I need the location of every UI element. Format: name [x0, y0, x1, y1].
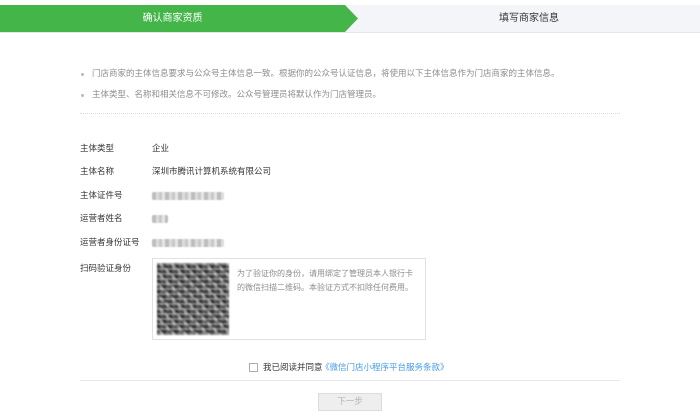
notice-text: 门店商家的主体信息要求与公众号主体信息一致。根据你的公众号认证信息，将使用以下主… — [92, 69, 560, 79]
header-divider — [0, 32, 700, 33]
redacted-value — [152, 192, 224, 200]
qr-verify-instructions: 为了验证你的身份，请用绑定了管理员本人银行卡的微信扫描二维码。本验证方式不扣除任… — [237, 269, 413, 292]
step-fill-merchant-info: 填写商家信息 — [499, 13, 559, 24]
step-progress-bar: 确认商家资质 填写商家信息 — [0, 5, 700, 32]
field-label: 主体证件号 — [80, 191, 123, 201]
footer-divider — [80, 380, 620, 381]
field-label: 扫码验证身份 — [80, 264, 132, 274]
redacted-value — [152, 215, 168, 223]
agreement-checkbox[interactable] — [249, 363, 258, 372]
step-confirm-qualification: 确认商家资质 — [142, 13, 203, 24]
field-label: 运营者姓名 — [80, 214, 123, 224]
notice-item: 门店商家的主体信息要求与公众号主体信息一致。根据你的公众号认证信息，将使用以下主… — [80, 64, 640, 85]
notice-text: 主体类型、名称和相关信息不可修改。公众号管理员将默认作为门店管理员。 — [92, 90, 382, 100]
section-divider — [80, 113, 620, 114]
bullet-icon — [81, 73, 84, 76]
field-value: 深圳市腾讯计算机系统有限公司 — [152, 167, 272, 177]
agreement-prefix: 我已阅读并同意 — [263, 363, 323, 373]
field-label: 主体类型 — [80, 144, 115, 154]
field-label: 运营者身份证号 — [80, 238, 140, 248]
field-label: 主体名称 — [80, 167, 115, 177]
qr-verify-box: 为了验证你的身份，请用绑定了管理员本人银行卡的微信扫描二维码。本验证方式不扣除任… — [152, 258, 426, 340]
terms-link[interactable]: 《微信门店小程序平台服务条款》 — [321, 362, 449, 374]
qr-code-icon[interactable] — [157, 263, 229, 335]
notice-item: 主体类型、名称和相关信息不可修改。公众号管理员将默认作为门店管理员。 — [80, 85, 640, 106]
notice-list: 门店商家的主体信息要求与公众号主体信息一致。根据你的公众号认证信息，将使用以下主… — [80, 64, 640, 106]
next-button[interactable]: 下一步 — [318, 393, 382, 411]
field-value: 企业 — [152, 144, 170, 154]
redacted-value — [152, 239, 224, 247]
bullet-icon — [81, 94, 84, 97]
